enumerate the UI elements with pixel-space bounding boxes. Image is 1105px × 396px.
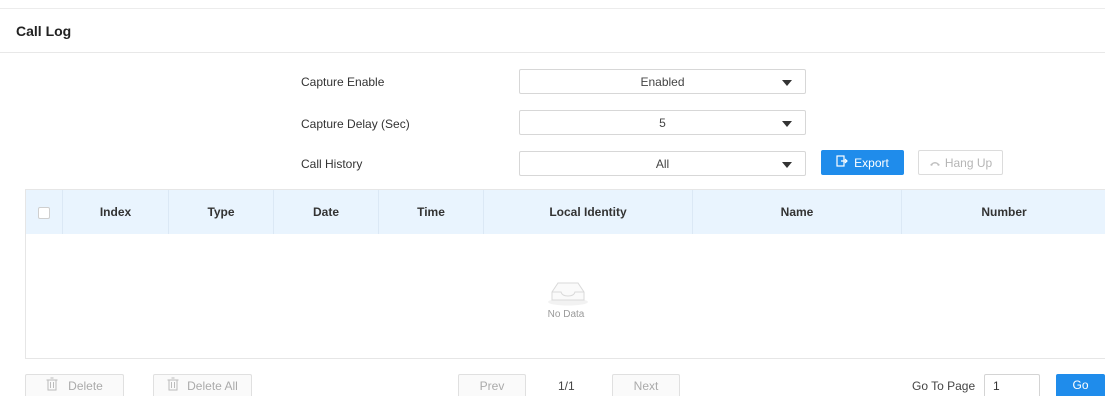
capture-enable-label: Capture Enable — [301, 75, 385, 89]
chevron-down-icon — [782, 121, 792, 127]
select-all-checkbox[interactable] — [38, 207, 50, 219]
trash-icon — [46, 377, 58, 394]
trash-icon — [167, 377, 179, 394]
call-history-value: All — [655, 157, 670, 171]
export-button[interactable]: Export — [821, 150, 904, 175]
delete-button[interactable]: Delete — [25, 374, 124, 396]
page-title: Call Log — [16, 23, 72, 39]
column-header-local-identity[interactable]: Local Identity — [484, 190, 693, 234]
prev-page-button[interactable]: Prev — [458, 374, 526, 396]
hang-up-button[interactable]: Hang Up — [918, 150, 1003, 175]
table-header: Index Type Date Time Local Identity Name… — [26, 190, 1105, 234]
column-header-index[interactable]: Index — [63, 190, 169, 234]
delete-label: Delete — [68, 378, 103, 393]
call-log-table: Index Type Date Time Local Identity Name… — [25, 189, 1105, 359]
capture-delay-label: Capture Delay (Sec) — [301, 117, 410, 131]
empty-state-text: No Data — [547, 309, 585, 320]
column-header-time[interactable]: Time — [379, 190, 484, 234]
go-to-page-input[interactable]: 1 — [984, 374, 1040, 396]
hang-up-icon — [929, 156, 941, 170]
capture-enable-value: Enabled — [640, 75, 685, 89]
column-header-name[interactable]: Name — [693, 190, 902, 234]
chevron-down-icon — [782, 80, 792, 86]
delete-all-button[interactable]: Delete All — [153, 374, 252, 396]
call-history-select[interactable]: All — [519, 151, 806, 176]
capture-enable-select[interactable]: Enabled — [519, 69, 806, 94]
title-divider — [0, 52, 1105, 53]
chevron-down-icon — [782, 162, 792, 168]
export-icon — [836, 155, 849, 170]
go-button[interactable]: Go — [1056, 374, 1105, 396]
column-header-type[interactable]: Type — [169, 190, 274, 234]
top-divider — [0, 8, 1105, 9]
select-all-cell — [26, 190, 63, 234]
column-header-number[interactable]: Number — [902, 190, 1105, 234]
delete-all-label: Delete All — [187, 378, 238, 393]
page-indicator: 1/1 — [558, 379, 575, 393]
go-to-page-label: Go To Page — [912, 379, 976, 393]
export-label: Export — [854, 155, 889, 170]
next-page-button[interactable]: Next — [612, 374, 680, 396]
hang-up-label: Hang Up — [944, 155, 993, 170]
column-header-date[interactable]: Date — [274, 190, 379, 234]
empty-box-icon — [546, 278, 590, 309]
capture-delay-value: 5 — [659, 116, 666, 130]
capture-delay-select[interactable]: 5 — [519, 110, 806, 135]
call-history-label: Call History — [301, 157, 363, 171]
